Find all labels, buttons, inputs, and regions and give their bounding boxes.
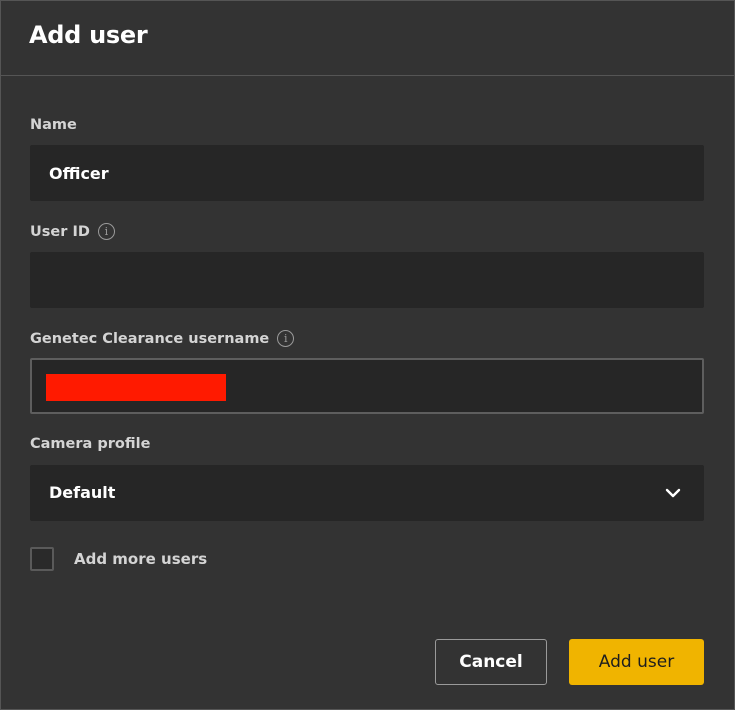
clearance-username-field[interactable] (30, 358, 704, 414)
info-icon[interactable]: i (277, 330, 295, 347)
user-id-field[interactable] (30, 252, 704, 308)
user-id-label-text: User ID (30, 223, 90, 240)
chevron-down-icon[interactable] (664, 484, 682, 502)
add-user-dialog: Add user Name User ID i Genetec Clearanc… (0, 0, 735, 710)
add-more-users-checkbox[interactable] (30, 547, 54, 571)
cancel-button[interactable]: Cancel (435, 639, 547, 685)
clearance-username-label-text: Genetec Clearance username (30, 330, 270, 347)
name-label: Name (30, 117, 77, 133)
camera-profile-label-text: Camera profile (30, 436, 151, 452)
camera-profile-select[interactable]: Default (30, 465, 704, 521)
add-more-users-row[interactable]: Add more users (30, 547, 207, 571)
camera-profile-value: Default (49, 483, 116, 502)
redaction-block (46, 374, 226, 401)
dialog-header: Add user (1, 1, 734, 76)
add-more-users-label[interactable]: Add more users (74, 550, 207, 568)
dialog-title: Add user (29, 21, 148, 49)
name-label-text: Name (30, 117, 77, 133)
name-field[interactable] (30, 145, 704, 201)
name-input[interactable] (30, 145, 704, 201)
user-id-input[interactable] (30, 252, 704, 308)
info-icon[interactable]: i (97, 223, 115, 240)
clearance-username-label: Genetec Clearance username i (30, 330, 295, 347)
camera-profile-label: Camera profile (30, 436, 150, 452)
user-id-label: User ID i (30, 223, 115, 240)
add-user-button[interactable]: Add user (569, 639, 704, 685)
